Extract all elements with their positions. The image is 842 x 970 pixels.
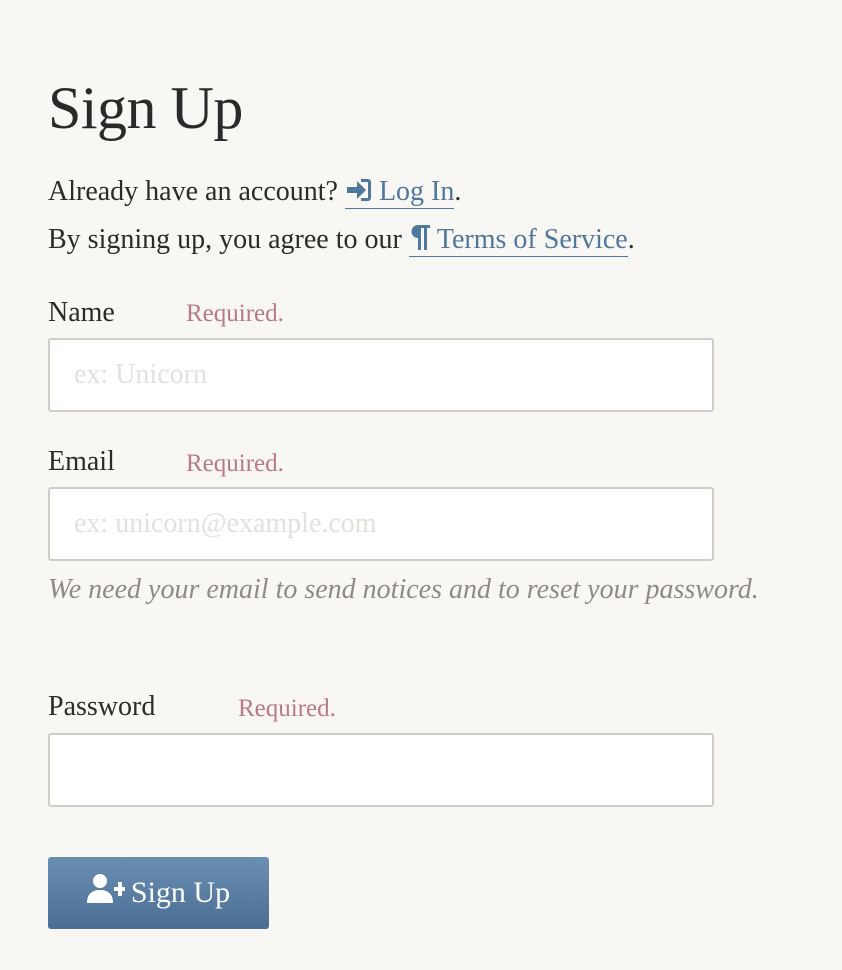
login-link[interactable]: Log In <box>344 176 455 209</box>
terms-prompt: By signing up, you agree to our Terms of… <box>48 220 635 263</box>
login-link-label: Log In <box>378 176 455 207</box>
login-prompt: Already have an account? Log In. <box>48 172 461 215</box>
name-required-note: Required. <box>186 300 284 327</box>
user-plus-icon <box>86 873 125 911</box>
period: . <box>454 176 462 207</box>
password-required-note: Required. <box>238 695 336 722</box>
agree-prompt-text: By signing up, you agree to our <box>48 224 402 255</box>
page-title: Sign Up <box>48 75 243 141</box>
period: . <box>627 224 635 255</box>
sign-up-button-label: Sign Up <box>130 876 231 909</box>
name-input[interactable] <box>48 338 714 412</box>
email-label: Email <box>48 446 115 477</box>
name-label: Name <box>48 297 115 328</box>
password-label: Password <box>48 691 156 722</box>
account-prompt-text: Already have an account? <box>48 176 338 207</box>
sign-in-icon <box>345 175 373 215</box>
terms-link-label: Terms of Service <box>436 224 628 255</box>
terms-link[interactable]: Terms of Service <box>408 224 628 257</box>
sign-up-button[interactable]: Sign Up <box>48 857 269 929</box>
email-required-note: Required. <box>186 450 284 477</box>
email-help-text: We need your email to send notices and t… <box>48 574 759 605</box>
password-input[interactable] <box>48 733 714 807</box>
pilcrow-icon <box>409 223 431 263</box>
email-input[interactable] <box>48 487 714 561</box>
